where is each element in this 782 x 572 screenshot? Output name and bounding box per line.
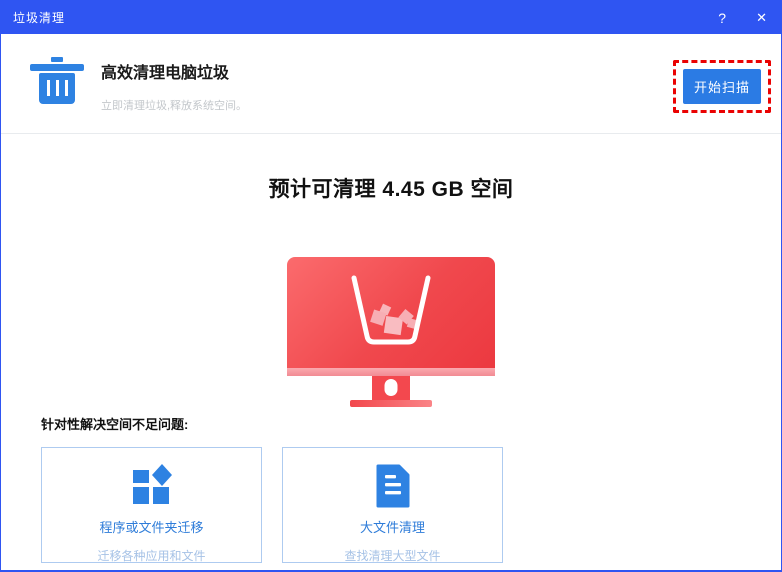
card-app-migration[interactable]: 程序或文件夹迁移 迁移各种应用和文件 bbox=[41, 447, 262, 563]
monitor-illustration bbox=[287, 257, 495, 407]
header-subtitle: 立即清理垃圾,释放系统空间。 bbox=[101, 97, 247, 113]
help-icon[interactable]: ? bbox=[718, 11, 726, 25]
start-scan-button[interactable]: 开始扫描 bbox=[683, 69, 761, 104]
card-title: 程序或文件夹迁移 bbox=[42, 517, 261, 536]
document-icon bbox=[373, 464, 413, 508]
garbage-cleanup-window: 垃圾清理 ? ✕ 高效清理电脑垃圾 立即清理垃圾,释放系统空间。 开始扫描 预计… bbox=[0, 0, 782, 572]
monitor-base bbox=[350, 400, 432, 407]
trash-bin-graphic bbox=[348, 275, 434, 349]
trash-icon-knob bbox=[51, 57, 63, 62]
titlebar[interactable]: 垃圾清理 ? ✕ bbox=[1, 1, 781, 34]
card-large-file-cleanup[interactable]: 大文件清理 查找清理大型文件 bbox=[282, 447, 503, 563]
cleanup-estimate-headline: 预计可清理 4.45 GB 空间 bbox=[1, 173, 781, 203]
window-title: 垃圾清理 bbox=[13, 9, 688, 26]
monitor-screen bbox=[287, 257, 495, 368]
close-icon[interactable]: ✕ bbox=[756, 11, 767, 24]
app-grid-icon bbox=[132, 464, 172, 508]
trash-icon-lid bbox=[30, 64, 84, 71]
card-subtitle: 迁移各种应用和文件 bbox=[42, 547, 261, 564]
header-text: 高效清理电脑垃圾 立即清理垃圾,释放系统空间。 bbox=[101, 59, 247, 113]
header: 高效清理电脑垃圾 立即清理垃圾,释放系统空间。 开始扫描 bbox=[1, 34, 781, 134]
trash-icon bbox=[30, 57, 84, 104]
action-cards: 程序或文件夹迁移 迁移各种应用和文件 大文件清理 查找清理大型文件 bbox=[41, 447, 503, 563]
card-subtitle: 查找清理大型文件 bbox=[283, 547, 502, 564]
header-title: 高效清理电脑垃圾 bbox=[101, 59, 247, 83]
section-label: 针对性解决空间不足问题: bbox=[41, 414, 188, 433]
monitor-stand-hole bbox=[385, 379, 398, 396]
trash-icon-body bbox=[39, 73, 75, 104]
monitor-bezel bbox=[287, 368, 495, 376]
main-content: 预计可清理 4.45 GB 空间 bbox=[1, 134, 781, 571]
annotation-highlight-box: 开始扫描 bbox=[673, 60, 771, 113]
card-title: 大文件清理 bbox=[283, 517, 502, 536]
monitor-stand bbox=[372, 376, 410, 400]
